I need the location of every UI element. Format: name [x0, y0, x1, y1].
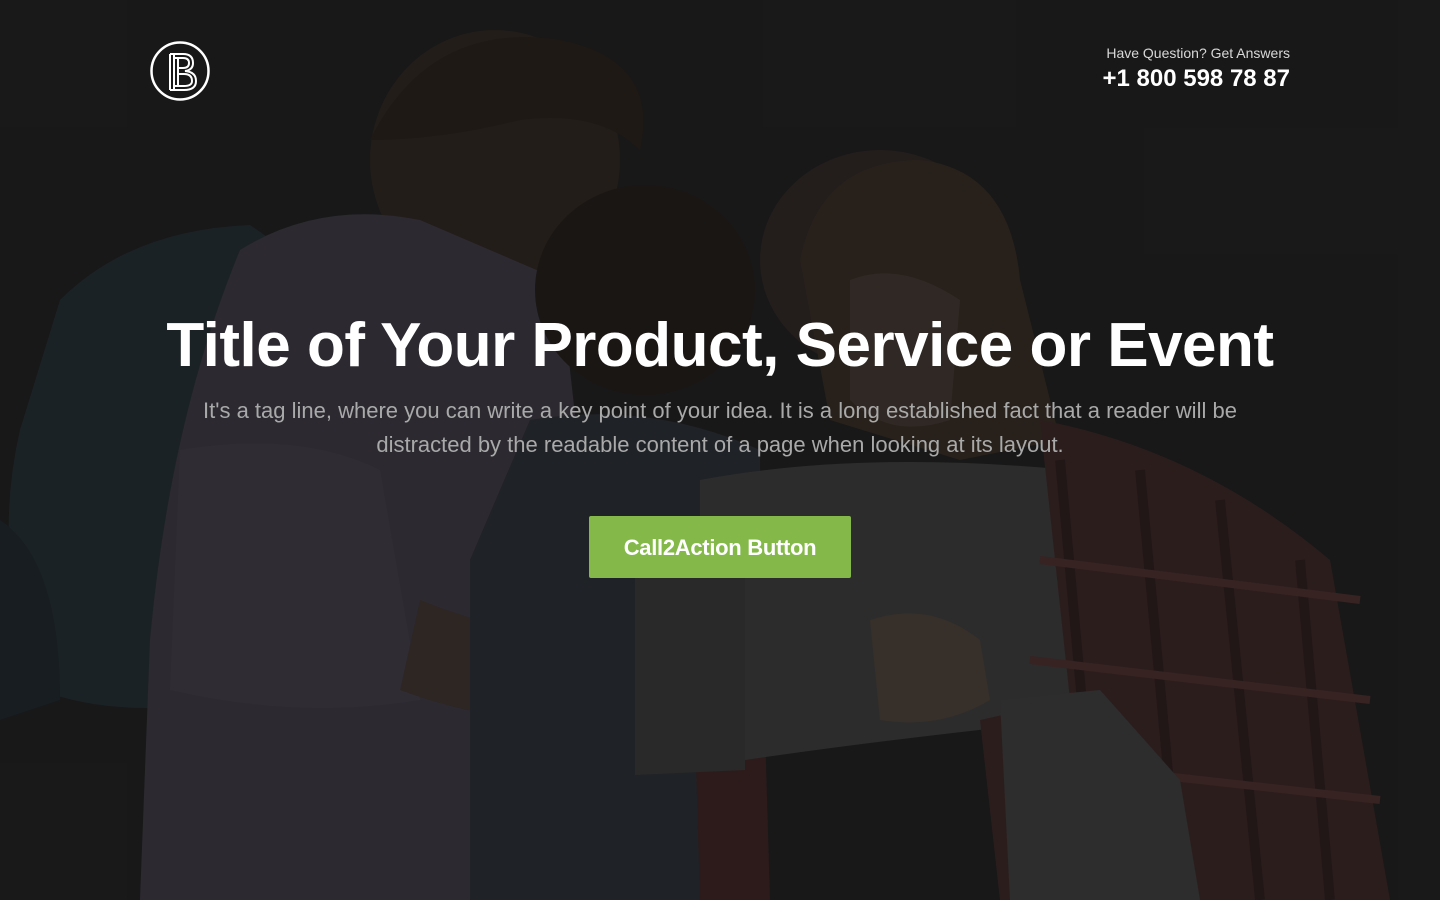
hero-section: Have Question? Get Answers +1 800 598 78… [0, 0, 1440, 900]
hero-title: Title of Your Product, Service or Event [166, 311, 1274, 380]
hero-tagline: It's a tag line, where you can write a k… [203, 398, 1237, 457]
b-monogram-logo-icon[interactable] [150, 40, 210, 102]
contact-caption: Have Question? Get Answers [1106, 45, 1290, 61]
contact-phone-number[interactable]: +1 800 598 78 87 [1102, 64, 1290, 94]
contact-block: Have Question? Get Answers +1 800 598 78… [1102, 44, 1290, 94]
hero-content: Title of Your Product, Service or Event … [0, 306, 1440, 578]
site-header: Have Question? Get Answers +1 800 598 78… [150, 40, 1290, 104]
call-to-action-button[interactable]: Call2Action Button [589, 516, 851, 578]
